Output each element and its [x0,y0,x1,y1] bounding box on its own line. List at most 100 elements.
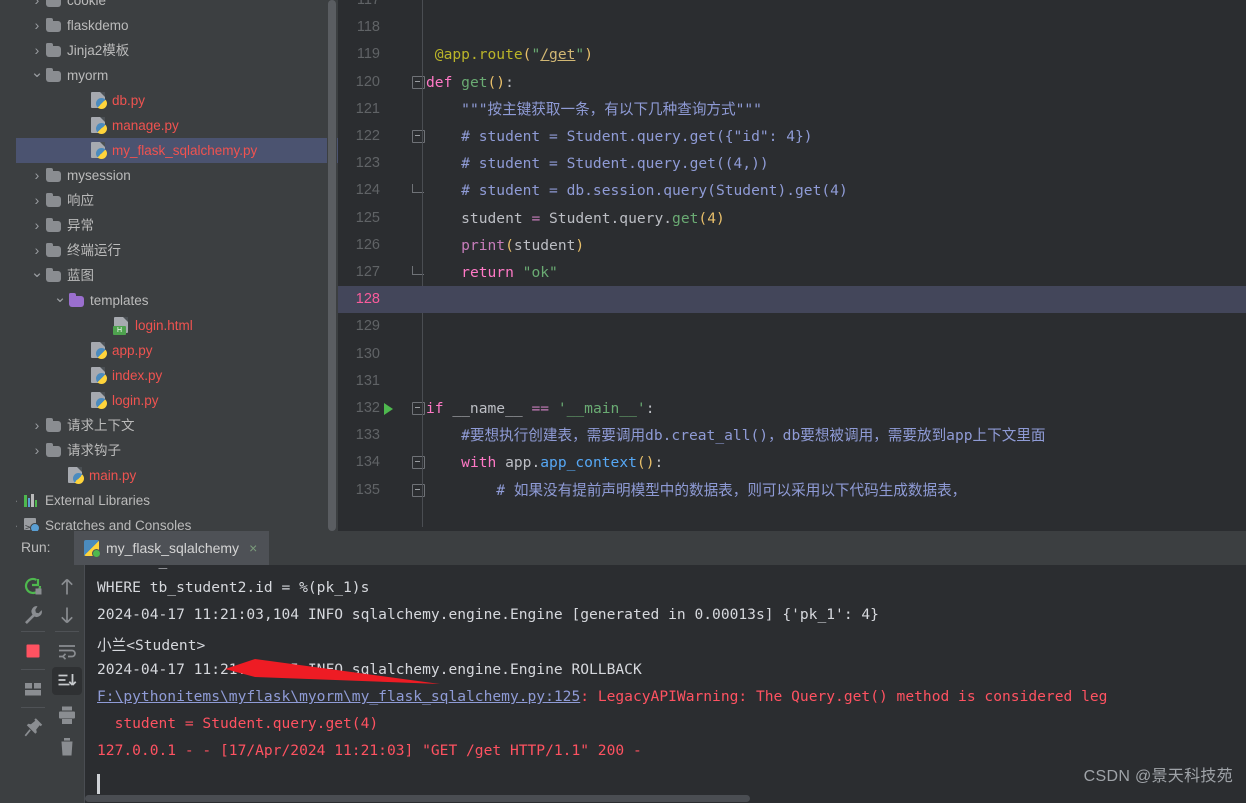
close-icon[interactable]: × [249,540,257,556]
code-line[interactable] [422,368,1246,395]
up-the-stack-button[interactable] [55,575,79,599]
tree-item-index-py[interactable]: index.py [16,363,338,388]
scrollbar-thumb[interactable] [328,0,336,531]
tree-item-app-py[interactable]: app.py [16,338,338,363]
line-number: 129 [355,318,380,335]
chevron-right-icon[interactable]: › [30,438,44,463]
code-line[interactable]: # student = Student.query.get((4,)) [422,150,1246,177]
tree-item-label: 蓝图 [67,268,94,283]
code-line[interactable]: print(student) [422,232,1246,259]
pin-tab-button[interactable] [21,715,45,739]
tree-item-[interactable]: › 响应 [16,188,338,213]
tree-item-[interactable]: › 请求钩子 [16,438,338,463]
tree-item-myorm[interactable]: ⌄ myorm [16,63,338,88]
code-line[interactable]: if __name__ == '__main__': [422,395,1246,422]
tree-item-[interactable]: › 终端运行 [16,238,338,263]
code-editor[interactable]: 117 118 119 120 121 122 123 124 125 126 127 128 129 1… [338,0,1246,531]
tree-item-jinja2[interactable]: › Jinja2模板 [16,38,338,63]
down-the-stack-button[interactable] [55,603,79,627]
console-line[interactable]: WHERE tb_student2.id = %(pk_1)s [97,579,369,596]
chevron-right-icon[interactable]: › [30,188,44,213]
tree-item-login-py[interactable]: login.py [16,388,338,413]
console-line[interactable]: 2024-04-17 11:21:03,104 INFO sqlalchemy.… [97,606,879,623]
tree-item-cookie[interactable]: › cookie [16,0,338,13]
code-line[interactable]: # 如果没有提前声明模型中的数据表，则可以采用以下代码生成数据表， [422,477,1246,504]
chevron-down-icon[interactable]: ⌄ [53,288,67,307]
tree-item-login-html[interactable]: login.html [16,313,338,338]
rerun-button[interactable] [21,575,45,599]
chevron-right-icon[interactable]: › [30,413,44,438]
tree-item-manage-py[interactable]: manage.py [16,113,338,138]
chevron-right-icon[interactable]: › [30,213,44,238]
run-gutter-icon[interactable] [384,403,393,415]
code-token: # student = db.session.query(Student).ge… [426,182,848,200]
code-line[interactable] [422,313,1246,340]
run-toolbar-right[interactable] [50,565,85,803]
tree-item-flaskdemo[interactable]: › flaskdemo [16,13,338,38]
project-tree[interactable]: › cookie › flaskdemo › Jinja2模板 ⌄ myorm db.py man… [16,0,338,531]
tree-item-my-flask-sqlalchemy-py[interactable]: my_flask_sqlalchemy.py [16,138,338,163]
code-token: 4 [707,209,716,227]
code-line[interactable] [422,14,1246,41]
console-line[interactable]: FROM tb_student2 [97,565,238,569]
tree-item-mysession[interactable]: › mysession [16,163,338,188]
chevron-right-icon[interactable]: › [30,13,44,38]
chevron-right-icon[interactable]: › [30,163,44,188]
code-line[interactable] [422,0,1246,14]
code-token: : [645,400,655,417]
run-tab-my-flask-sqlalchemy[interactable]: my_flask_sqlalchemy × [74,531,270,567]
tree-item-external-libraries[interactable]: › External Libraries [16,488,338,513]
code-line[interactable]: #要想执行创建表，需要调用db.creat_all()，db要想被调用，需要放到… [422,422,1246,449]
run-toolbar-left[interactable] [16,565,51,803]
chevron-right-icon[interactable]: › [16,488,22,513]
ide-window: Bookmarks ›cookie›flaskdemo›Jinja2模板⌄myo… [0,0,1246,803]
code-line[interactable]: def get(): [422,69,1246,96]
chevron-right-icon[interactable]: › [16,513,22,531]
print-button[interactable] [55,703,79,727]
line-number: 124 [355,182,380,199]
run-console-output[interactable]: FROM tb_student2 WHERE tb_student2.id = %… [85,565,1246,803]
chevron-right-icon[interactable]: › [30,238,44,263]
editor-gutter[interactable]: 117 118 119 120 121 122 123 124 125 126 127 128 129 1… [338,0,425,531]
stop-button[interactable] [21,639,45,663]
code-line[interactable]: # student = Student.query.get({"id": 4}) [422,123,1246,150]
tree-item-[interactable]: › 异常 [16,213,338,238]
folder-icon [46,18,61,32]
line-number: 128 [355,291,380,308]
chevron-right-icon[interactable]: › [30,0,44,13]
tree-item-db-py[interactable]: db.py [16,88,338,113]
tree-item-scratches-and-consoles[interactable]: › Scratches and Consoles [16,513,338,531]
edit-configurations-button[interactable] [21,603,45,627]
console-line[interactable]: 127.0.0.1 - - [17/Apr/2024 11:21:03] "GE… [97,742,642,759]
console-line[interactable]: 小兰<Student> [97,634,205,655]
scroll-to-end-button[interactable] [55,669,79,693]
chevron-right-icon[interactable]: › [30,38,44,63]
clear-all-button[interactable] [55,735,79,759]
project-tree-scrollbar[interactable] [327,0,337,531]
console-line[interactable]: student = Student.query.get(4) [97,715,379,732]
html-file-icon [113,317,129,335]
tree-item-[interactable]: ⌄ 蓝图 [16,263,338,288]
tree-item-templates[interactable]: ⌄ templates [16,288,338,313]
code-line[interactable]: with app.app_context(): [422,449,1246,476]
scroll-to-end-icon [58,674,77,686]
red-arrow-annotation [225,659,440,684]
code-line[interactable]: """按主键获取一条，有以下几种查询方式""" [422,96,1246,123]
layout-button[interactable] [21,677,45,701]
console-file-link[interactable]: F:\pythonitems\myflask\myorm\my_flask_sq… [97,688,580,705]
soft-wrap-button[interactable] [55,639,79,663]
tree-item-[interactable]: › 请求上下文 [16,413,338,438]
editor-code-area[interactable]: @app.route("/get") def get(): """按主键获取一条，… [422,0,1246,531]
code-line[interactable]: @app.route("/get") [422,41,1246,68]
code-line[interactable] [422,286,1246,313]
code-line[interactable]: student = Student.query.get(4) [422,205,1246,232]
console-line[interactable]: F:\pythonitems\myflask\myorm\my_flask_sq… [97,688,1107,705]
chevron-down-icon[interactable]: ⌄ [30,63,44,82]
code-line[interactable]: return "ok" [422,259,1246,286]
scrollbar-thumb[interactable] [85,795,750,802]
tree-item-main-py[interactable]: main.py [16,463,338,488]
code-line[interactable] [422,341,1246,368]
code-line[interactable]: # student = db.session.query(Student).ge… [422,177,1246,204]
console-horizontal-scrollbar[interactable] [85,794,1246,803]
chevron-down-icon[interactable]: ⌄ [30,263,44,282]
